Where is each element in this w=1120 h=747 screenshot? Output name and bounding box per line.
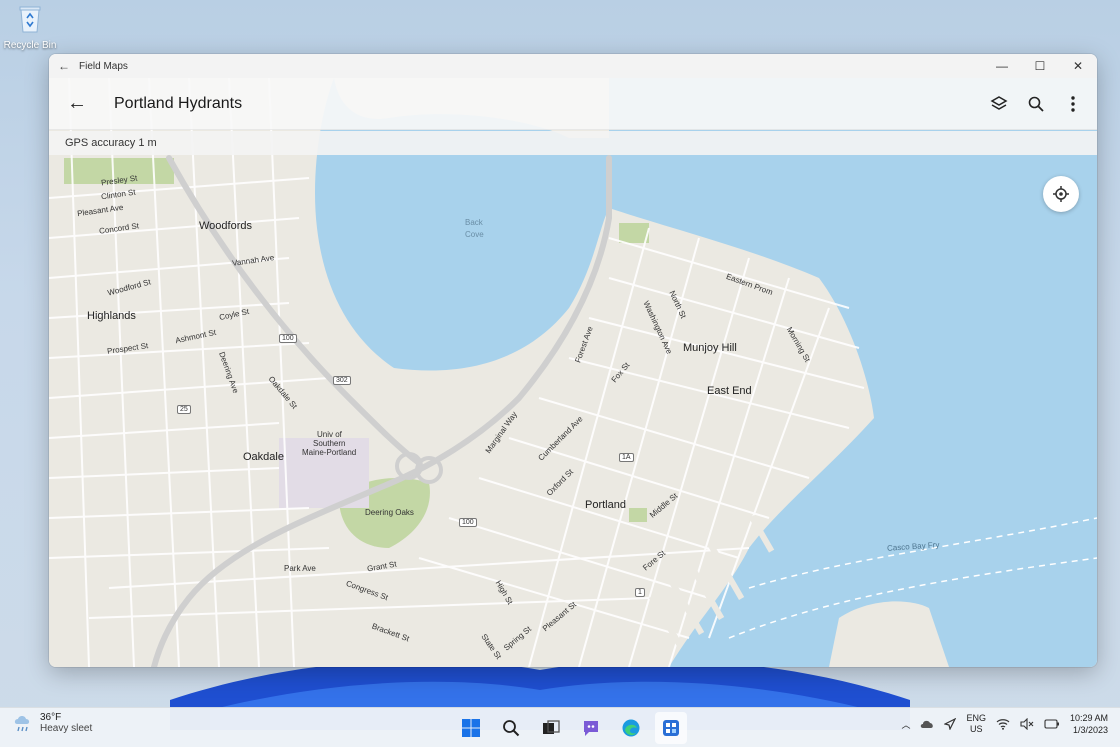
- label-univ-2: Southern: [313, 439, 346, 448]
- task-view-icon: [543, 720, 560, 734]
- label-munjoy-hill: Munjoy Hill: [683, 342, 737, 354]
- label-back-cove-2: Cove: [465, 230, 484, 239]
- clock[interactable]: 10:29 AM 1/3/2023: [1070, 712, 1108, 736]
- titlebar-back-icon[interactable]: ←: [49, 59, 79, 73]
- map-title: Portland Hydrants: [114, 94, 243, 112]
- location-icon[interactable]: [944, 718, 957, 730]
- shield-1a: 1A: [619, 453, 634, 462]
- minimize-button[interactable]: —: [983, 59, 1021, 73]
- chat-button[interactable]: [575, 712, 607, 744]
- close-button[interactable]: ✕: [1059, 59, 1097, 73]
- sleet-icon: [14, 716, 30, 732]
- task-view-button[interactable]: [535, 712, 567, 744]
- south-shore: [829, 601, 949, 667]
- search-icon: [1028, 96, 1044, 112]
- onedrive-cloud-icon[interactable]: [920, 719, 934, 729]
- label-back-cove-1: Back: [465, 218, 483, 227]
- shield-100-a: 100: [279, 334, 297, 343]
- window-title: Field Maps: [79, 60, 128, 72]
- lang-primary: ENG: [966, 713, 986, 723]
- label-woodfords: Woodfords: [199, 220, 252, 232]
- label-univ-3: Maine-Portland: [302, 448, 357, 457]
- street-park-ave: Park Ave: [284, 564, 316, 573]
- more-vertical-icon: [1070, 95, 1075, 112]
- chat-icon: [584, 721, 598, 736]
- weather-widget[interactable]: 36°F Heavy sleet: [12, 712, 92, 734]
- field-maps-taskbar-button[interactable]: [655, 712, 687, 744]
- shield-100-b: 100: [459, 518, 477, 527]
- window-titlebar[interactable]: ← Field Maps — ☐ ✕: [49, 54, 1097, 78]
- label-portland: Portland: [585, 499, 626, 511]
- app-bar: ← Portland Hydrants: [49, 78, 1097, 130]
- field-maps-window: ← Field Maps — ☐ ✕ Woodfords Highlands O…: [49, 54, 1097, 667]
- shield-1: 1: [635, 588, 645, 597]
- weather-condition: Heavy sleet: [40, 723, 93, 734]
- system-tray: ︿ ENG US 10:29 AM 1/3/2023: [901, 712, 1108, 736]
- nav-back-icon[interactable]: ←: [49, 92, 105, 115]
- weather-temp: 36°F: [40, 712, 62, 723]
- locate-me-button[interactable]: [1043, 176, 1079, 212]
- windows-start-icon: [462, 719, 480, 737]
- label-deering-oaks: Deering Oaks: [365, 508, 414, 517]
- tray-overflow-chevron-up-icon[interactable]: ︿: [901, 718, 910, 731]
- search-icon: [503, 720, 520, 737]
- more-button[interactable]: [1054, 95, 1091, 113]
- recycle-bin[interactable]: Recycle Bin: [2, 4, 58, 51]
- battery-icon[interactable]: [1044, 719, 1060, 729]
- ferry-route-1: [748, 517, 1097, 589]
- layers-button[interactable]: [980, 95, 1017, 113]
- recycle-bin-label: Recycle Bin: [3, 40, 57, 51]
- park-portland: [629, 508, 647, 522]
- start-button[interactable]: [455, 712, 487, 744]
- crosshair-icon: [1053, 186, 1069, 202]
- wifi-icon[interactable]: [996, 718, 1010, 730]
- label-univ-1: Univ of: [317, 430, 342, 439]
- label-oakdale: Oakdale: [243, 451, 284, 463]
- language-indicator[interactable]: ENG US: [966, 713, 986, 735]
- taskbar-apps: [455, 712, 687, 744]
- field-maps-icon: [663, 720, 679, 736]
- shield-302: 302: [333, 376, 351, 385]
- map-view[interactable]: Woodfords Highlands Oakdale Munjoy Hill …: [49, 78, 1097, 667]
- clock-time: 10:29 AM: [1069, 713, 1108, 723]
- peninsula: [349, 208, 874, 667]
- layers-icon: [989, 95, 1008, 110]
- edge-icon: [622, 719, 640, 737]
- volume-muted-icon[interactable]: [1020, 718, 1034, 730]
- shield-25: 25: [177, 405, 191, 414]
- label-east-end: East End: [707, 385, 752, 397]
- edge-button[interactable]: [615, 712, 647, 744]
- clock-date: 1/3/2023: [1072, 725, 1108, 735]
- park-east: [619, 223, 649, 243]
- search-button[interactable]: [1017, 95, 1054, 113]
- maximize-button[interactable]: ☐: [1021, 59, 1059, 73]
- taskbar: 36°F Heavy sleet ︿ ENG US 10:29 AM 1/3/2…: [0, 707, 1120, 747]
- gps-accuracy-bar: GPS accuracy 1 m: [49, 131, 1097, 155]
- map-canvas[interactable]: [49, 78, 1097, 667]
- lang-region: US: [969, 724, 983, 734]
- taskbar-search-button[interactable]: [495, 712, 527, 744]
- label-highlands: Highlands: [87, 310, 136, 322]
- recycle-bin-icon: [19, 6, 41, 33]
